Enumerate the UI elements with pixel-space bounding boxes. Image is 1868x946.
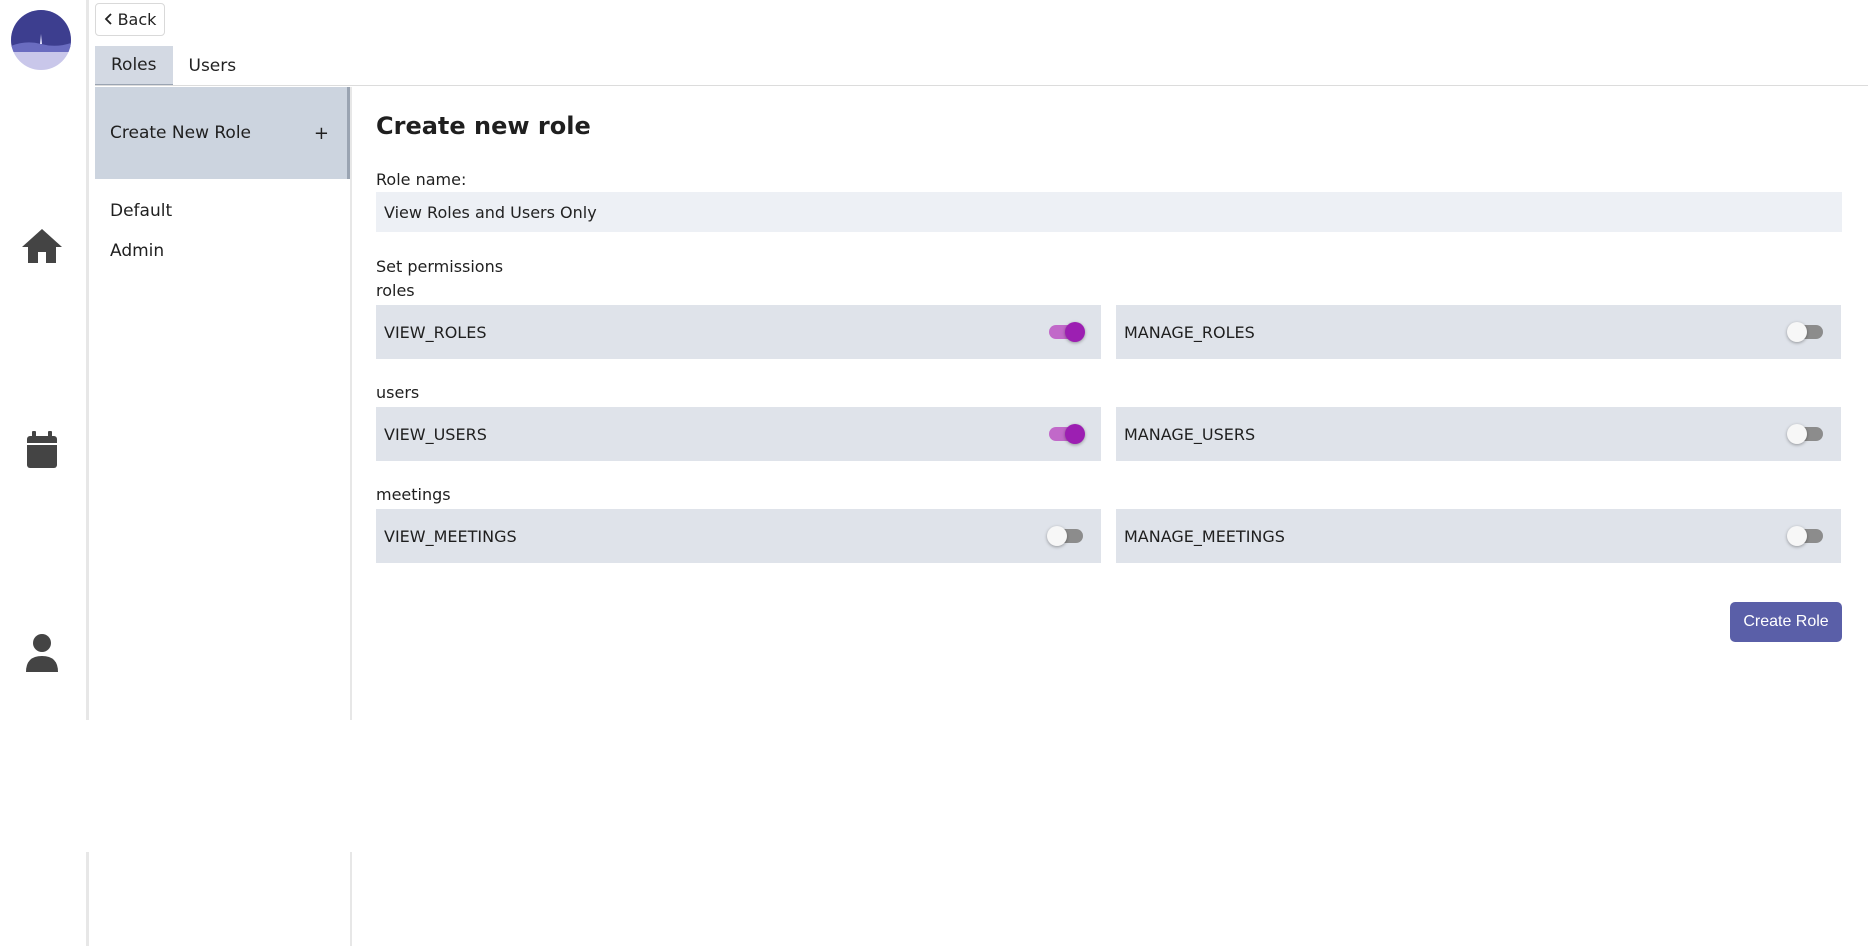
panel-divider (350, 852, 352, 946)
rail-divider (86, 852, 89, 946)
back-label: Back (117, 10, 157, 29)
permission-name: MANAGE_ROLES (1124, 322, 1255, 342)
role-name-label: Role name: (376, 170, 467, 189)
manage-meetings-toggle[interactable] (1787, 526, 1825, 546)
permission-row: VIEW_ROLES MANAGE_ROLES (376, 305, 1842, 359)
calendar-icon[interactable] (18, 426, 66, 474)
role-item-default[interactable]: Default (95, 191, 350, 231)
create-role-button[interactable]: Create Role (1730, 602, 1842, 642)
permission-card: MANAGE_USERS (1116, 407, 1841, 461)
view-roles-toggle[interactable] (1047, 322, 1085, 342)
view-meetings-toggle[interactable] (1047, 526, 1085, 546)
view-users-toggle[interactable] (1047, 424, 1085, 444)
tab-bar: Roles Users (95, 46, 252, 86)
permission-card: MANAGE_MEETINGS (1116, 509, 1841, 563)
person-icon[interactable] (18, 628, 66, 676)
permission-name: MANAGE_MEETINGS (1124, 526, 1285, 546)
manage-users-toggle[interactable] (1787, 424, 1825, 444)
tab-roles[interactable]: Roles (95, 46, 173, 86)
permission-name: MANAGE_USERS (1124, 424, 1256, 444)
group-label-users: users (376, 383, 420, 402)
side-rail (0, 0, 86, 946)
permission-name: VIEW_MEETINGS (384, 526, 517, 546)
permission-row: VIEW_USERS MANAGE_USERS (376, 407, 1842, 461)
permission-name: VIEW_ROLES (384, 322, 487, 342)
permission-card: VIEW_MEETINGS (376, 509, 1101, 563)
permission-card: VIEW_ROLES (376, 305, 1101, 359)
role-item-admin[interactable]: Admin (95, 231, 350, 271)
permission-row: VIEW_MEETINGS MANAGE_MEETINGS (376, 509, 1842, 563)
page-title: Create new role (376, 112, 591, 140)
permission-name: VIEW_USERS (384, 424, 487, 444)
logo[interactable] (11, 10, 71, 70)
permission-card: MANAGE_ROLES (1116, 305, 1841, 359)
back-button[interactable]: Back (95, 3, 165, 36)
group-label-meetings: meetings (376, 485, 451, 504)
plus-icon: + (313, 122, 329, 144)
role-list-panel: Create New Role + Default Admin (95, 87, 350, 271)
home-icon[interactable] (18, 221, 66, 269)
create-new-role-label: Create New Role (110, 123, 252, 143)
rail-divider (86, 0, 89, 720)
role-name-input[interactable] (376, 192, 1842, 232)
manage-roles-toggle[interactable] (1787, 322, 1825, 342)
chevron-left-icon (104, 10, 114, 29)
tab-users[interactable]: Users (173, 46, 253, 86)
set-permissions-label: Set permissions (376, 257, 504, 276)
group-label-roles: roles (376, 281, 415, 300)
tabs-divider (95, 85, 1868, 86)
panel-divider (350, 87, 352, 720)
create-new-role-item[interactable]: Create New Role + (95, 87, 350, 179)
permission-card: VIEW_USERS (376, 407, 1101, 461)
